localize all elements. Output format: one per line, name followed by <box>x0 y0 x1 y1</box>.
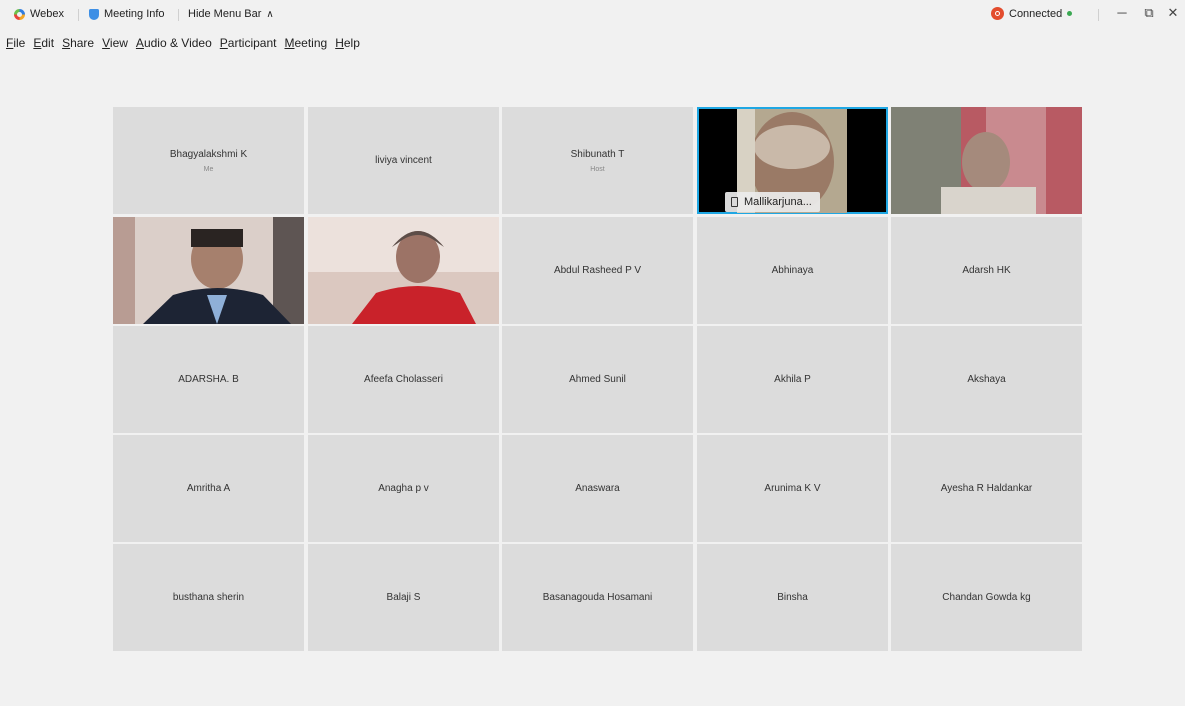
participant-tile[interactable]: Afeefa Cholasseri <box>308 326 499 433</box>
participant-name: Bhagyalakshmi K <box>169 148 248 160</box>
participant-video-tile[interactable] <box>113 217 304 324</box>
participant-tile[interactable]: Adarsh HK <box>891 217 1082 324</box>
menu-bar: File Edit Share View Audio & Video Parti… <box>6 36 360 50</box>
connected-dot-icon <box>1067 11 1073 16</box>
participant-tile[interactable]: Anaswara <box>502 435 693 542</box>
menu-help[interactable]: Help <box>335 36 360 50</box>
video-feed <box>308 217 499 324</box>
meeting-info-icon <box>89 8 99 20</box>
participant-name: Ahmed Sunil <box>569 374 626 385</box>
participant-tile[interactable]: Ayesha R Haldankar <box>891 435 1082 542</box>
restore-icon[interactable]: ⧉ <box>1139 4 1159 22</box>
connection-status[interactable]: Connected <box>991 7 1073 20</box>
participant-tile[interactable]: Basanagouda Hosamani <box>502 544 693 651</box>
participant-role: Me <box>203 165 214 173</box>
participant-tile[interactable]: Bhagyalakshmi K Me <box>113 107 304 214</box>
divider <box>178 9 179 21</box>
participant-name: Abdul Rasheed P V <box>553 265 642 276</box>
participant-name: Abhinaya <box>771 265 814 276</box>
chevron-up-icon: ∧ <box>266 8 274 20</box>
participant-tile[interactable]: Chandan Gowda kg <box>891 544 1082 651</box>
divider <box>78 9 79 21</box>
menu-view[interactable]: View <box>102 36 128 50</box>
participant-name: Binsha <box>777 592 808 603</box>
hide-menu-bar-button[interactable]: Hide Menu Bar ∧ <box>188 8 274 20</box>
video-feed <box>891 107 1082 214</box>
divider <box>1098 9 1099 21</box>
participant-tile[interactable]: Abdul Rasheed P V <box>502 217 693 324</box>
menu-participant[interactable]: Participant <box>220 36 277 50</box>
participant-name: Basanagouda Hosamani <box>542 592 653 603</box>
mic-icon <box>731 197 738 207</box>
menu-edit[interactable]: Edit <box>33 36 54 50</box>
video-feed <box>113 217 304 324</box>
participant-name: busthana sherin <box>172 592 245 603</box>
participant-name: Anagha p v <box>378 483 429 494</box>
menu-meeting[interactable]: Meeting <box>285 36 328 50</box>
participant-tile[interactable]: Binsha <box>697 544 888 651</box>
participant-name: liviya vincent <box>375 155 432 166</box>
participant-name: Chandan Gowda kg <box>942 592 1031 603</box>
participant-tile[interactable]: ADARSHA. B <box>113 326 304 433</box>
participant-tile[interactable]: busthana sherin <box>113 544 304 651</box>
speaker-name-badge: Mallikarjuna... <box>725 192 820 212</box>
participant-tile[interactable]: Arunima K V <box>697 435 888 542</box>
participant-name: Adarsh HK <box>962 265 1011 276</box>
webex-app-button[interactable]: Webex <box>14 8 64 20</box>
participant-tile[interactable]: Abhinaya <box>697 217 888 324</box>
participant-tile[interactable]: Balaji S <box>308 544 499 651</box>
participant-name: Amritha A <box>186 483 231 494</box>
participant-video-tile[interactable] <box>308 217 499 324</box>
participant-name: Mallikarjuna... <box>744 196 812 208</box>
connection-status-label: Connected <box>1009 7 1063 20</box>
participant-name: Balaji S <box>386 592 421 603</box>
participant-name: Shibunath T <box>570 148 625 160</box>
webex-logo-icon <box>14 8 25 20</box>
participant-tile[interactable]: Shibunath T Host <box>502 107 693 214</box>
app-name: Webex <box>30 8 65 20</box>
participant-video-tile[interactable] <box>891 107 1082 214</box>
participant-name: ADARSHA. B <box>178 374 239 385</box>
close-icon[interactable]: ✕ <box>1163 4 1183 22</box>
participant-tile[interactable]: Amritha A <box>113 435 304 542</box>
participant-video-tile-active-speaker[interactable]: Mallikarjuna... <box>697 107 888 214</box>
participant-tile[interactable]: Anagha p v <box>308 435 499 542</box>
hide-menu-bar-label: Hide Menu Bar <box>188 8 262 20</box>
participant-name: Anaswara <box>575 483 620 494</box>
meeting-info-button[interactable]: Meeting Info <box>89 8 165 20</box>
participant-name: Akshaya <box>967 374 1006 385</box>
participant-name: Ayesha R Haldankar <box>940 483 1033 494</box>
participant-name: Afeefa Cholasseri <box>364 374 443 385</box>
participant-tile[interactable]: liviya vincent <box>308 107 499 214</box>
participant-tile[interactable]: Akshaya <box>891 326 1082 433</box>
participant-tile[interactable]: Akhila P <box>697 326 888 433</box>
participant-name: Arunima K V <box>764 483 821 494</box>
participant-name: Akhila P <box>774 374 811 385</box>
minimize-icon[interactable]: ─ <box>1112 4 1132 22</box>
participant-role: Host <box>590 165 605 173</box>
meeting-info-label: Meeting Info <box>104 8 165 20</box>
recording-indicator-icon <box>991 7 1004 20</box>
participant-tile[interactable]: Ahmed Sunil <box>502 326 693 433</box>
menu-file[interactable]: File <box>6 36 25 50</box>
menu-audio-video[interactable]: Audio & Video <box>136 36 212 50</box>
title-bar: Webex Meeting Info Hide Menu Bar ∧ Conne… <box>0 0 1185 30</box>
menu-share[interactable]: Share <box>62 36 94 50</box>
